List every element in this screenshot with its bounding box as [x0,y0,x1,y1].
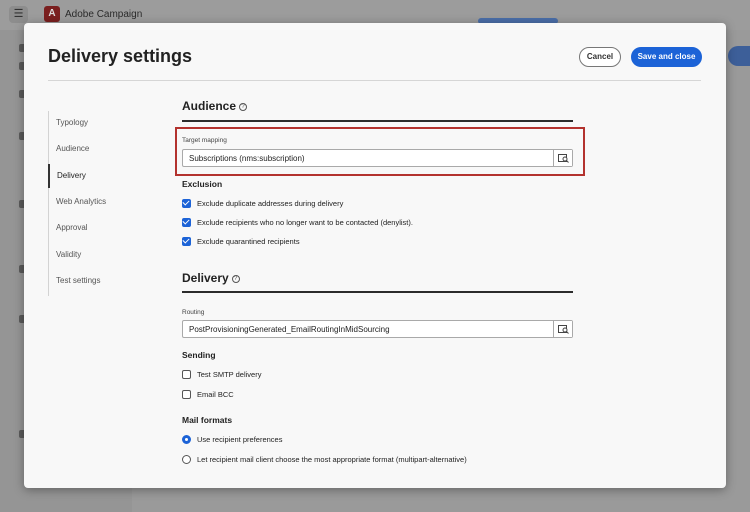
checkbox-label: Exclude duplicate addresses during deliv… [197,199,344,208]
nav-item-typology[interactable]: Typology [49,111,129,135]
routing-field[interactable]: PostProvisioningGenerated_EmailRoutingIn… [182,320,573,338]
checkbox-unchecked[interactable] [182,390,191,399]
checkbox-label: Exclude recipients who no longer want to… [197,218,413,227]
nav-item-audience[interactable]: Audience [49,137,129,161]
info-icon[interactable]: ? [239,102,248,111]
checkbox-label: Exclude quarantined recipients [197,237,300,246]
delivery-title-text: Delivery [182,271,229,285]
routing-label: Routing [182,309,205,316]
radio-label: Let recipient mail client choose the mos… [197,455,467,464]
delivery-section-title: Delivery? [182,271,240,285]
sending-title: Sending [182,350,216,360]
cancel-button[interactable]: Cancel [579,47,621,67]
radio-label: Use recipient preferences [197,435,283,444]
info-icon[interactable]: ? [231,274,240,283]
background-button [728,46,750,66]
delivery-divider [182,291,573,293]
checkbox-checked[interactable] [182,218,191,227]
nav-item-validity[interactable]: Validity [49,243,129,267]
checkbox-checked[interactable] [182,199,191,208]
checkbox-label: Email BCC [197,390,234,399]
nav-item-web-analytics[interactable]: Web Analytics [49,190,129,214]
routing-value: PostProvisioningGenerated_EmailRoutingIn… [189,325,390,334]
header-divider [48,80,701,81]
target-mapping-value: Subscriptions (nms:subscription) [189,154,305,163]
radio-unselected[interactable] [182,455,191,464]
nav-item-test-settings[interactable]: Test settings [49,269,129,293]
folder-search-icon[interactable] [553,321,572,337]
target-mapping-field[interactable]: Subscriptions (nms:subscription) [182,149,573,167]
audience-title-text: Audience [182,99,237,113]
settings-nav: Typology Audience Delivery Web Analytics… [48,111,128,296]
dialog-title: Delivery settings [48,46,193,66]
hamburger-menu-icon[interactable]: ☰ [9,6,28,23]
nav-item-approval[interactable]: Approval [49,216,129,240]
exclusion-title: Exclusion [182,179,223,189]
audience-divider [182,120,573,122]
save-and-close-button[interactable]: Save and close [631,47,702,67]
audience-section-title: Audience? [182,99,248,113]
nav-item-delivery[interactable]: Delivery [48,164,128,188]
adobe-logo-icon: A [44,6,60,22]
folder-search-icon[interactable] [553,150,572,166]
checkbox-checked[interactable] [182,237,191,246]
app-brand-name: Adobe Campaign [65,9,143,20]
mail-formats-title: Mail formats [182,415,233,425]
target-mapping-label: Target mapping [182,137,227,144]
delivery-settings-dialog: Delivery settings Cancel Save and close … [24,23,726,488]
radio-selected[interactable] [182,435,191,444]
checkbox-label: Test SMTP delivery [197,370,262,379]
checkbox-unchecked[interactable] [182,370,191,379]
